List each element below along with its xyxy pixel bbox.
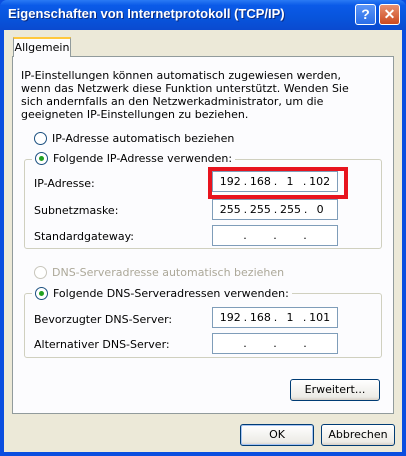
preferred-dns-field[interactable]: 192. 168. 1. 101 bbox=[212, 307, 338, 328]
title-bar[interactable]: Eigenschaften von Internetprotokoll (TCP… bbox=[0, 0, 406, 30]
ip-manual-radio-row[interactable]: Folgende IP-Adresse verwenden: bbox=[32, 152, 236, 165]
preferred-dns-octet-3: 1 bbox=[286, 311, 294, 324]
dialog-client-area: Allgemein IP-Einstellungen können automa… bbox=[4, 30, 402, 452]
ip-address-highlight-box bbox=[208, 167, 348, 199]
tab-allgemein[interactable]: Allgemein bbox=[13, 37, 71, 57]
dialog-window: Eigenschaften von Internetprotokoll (TCP… bbox=[0, 0, 406, 456]
advanced-button[interactable]: Erweitert... bbox=[290, 379, 380, 401]
help-button[interactable]: ? bbox=[355, 4, 376, 25]
preferred-dns-octet-1: 192 bbox=[219, 311, 241, 324]
ip-address-label: IP-Adresse: bbox=[34, 177, 95, 190]
subnet-mask-label: Subnetzmaske: bbox=[34, 204, 119, 217]
subnet-mask-octet-1: 255 bbox=[219, 203, 241, 216]
dns-auto-radio-row[interactable]: DNS-Serveradresse automatisch beziehen bbox=[34, 266, 284, 279]
intro-text: IP-Einstellungen können automatisch zuge… bbox=[21, 69, 349, 121]
dns-auto-radio[interactable] bbox=[34, 266, 47, 279]
alternate-dns-field[interactable]: . . . bbox=[212, 333, 338, 354]
dns-manual-radio[interactable] bbox=[35, 287, 48, 300]
dns-auto-label: DNS-Serveradresse automatisch beziehen bbox=[52, 266, 285, 279]
ip-auto-radio-row[interactable]: IP-Adresse automatisch beziehen bbox=[34, 132, 234, 145]
preferred-dns-octet-2: 168 bbox=[249, 311, 271, 324]
dns-manual-radio-row[interactable]: Folgende DNS-Serveradressen verwenden: bbox=[32, 287, 292, 300]
ip-auto-label: IP-Adresse automatisch beziehen bbox=[52, 132, 235, 145]
ip-auto-radio[interactable] bbox=[34, 132, 47, 145]
ok-button[interactable]: OK bbox=[240, 424, 314, 446]
subnet-mask-octet-4: 0 bbox=[316, 203, 324, 216]
subnet-mask-octet-2: 255 bbox=[249, 203, 271, 216]
alternate-dns-label: Alternativer DNS-Server: bbox=[34, 338, 170, 351]
subnet-mask-octet-3: 255 bbox=[280, 203, 302, 216]
ip-manual-label: Folgende IP-Adresse verwenden: bbox=[53, 152, 233, 165]
cancel-button[interactable]: Abbrechen bbox=[321, 424, 395, 446]
preferred-dns-octet-4: 101 bbox=[309, 311, 331, 324]
preferred-dns-label: Bevorzugter DNS-Server: bbox=[34, 313, 173, 326]
default-gateway-field[interactable]: . . . bbox=[212, 225, 338, 246]
ip-manual-radio[interactable] bbox=[35, 152, 48, 165]
close-button[interactable]: ✕ bbox=[379, 4, 400, 25]
default-gateway-label: Standardgateway: bbox=[34, 230, 134, 243]
subnet-mask-field[interactable]: 255. 255. 255. 0 bbox=[212, 199, 338, 220]
dns-manual-label: Folgende DNS-Serveradressen verwenden: bbox=[53, 287, 289, 300]
window-title: Eigenschaften von Internetprotokoll (TCP… bbox=[8, 6, 285, 21]
